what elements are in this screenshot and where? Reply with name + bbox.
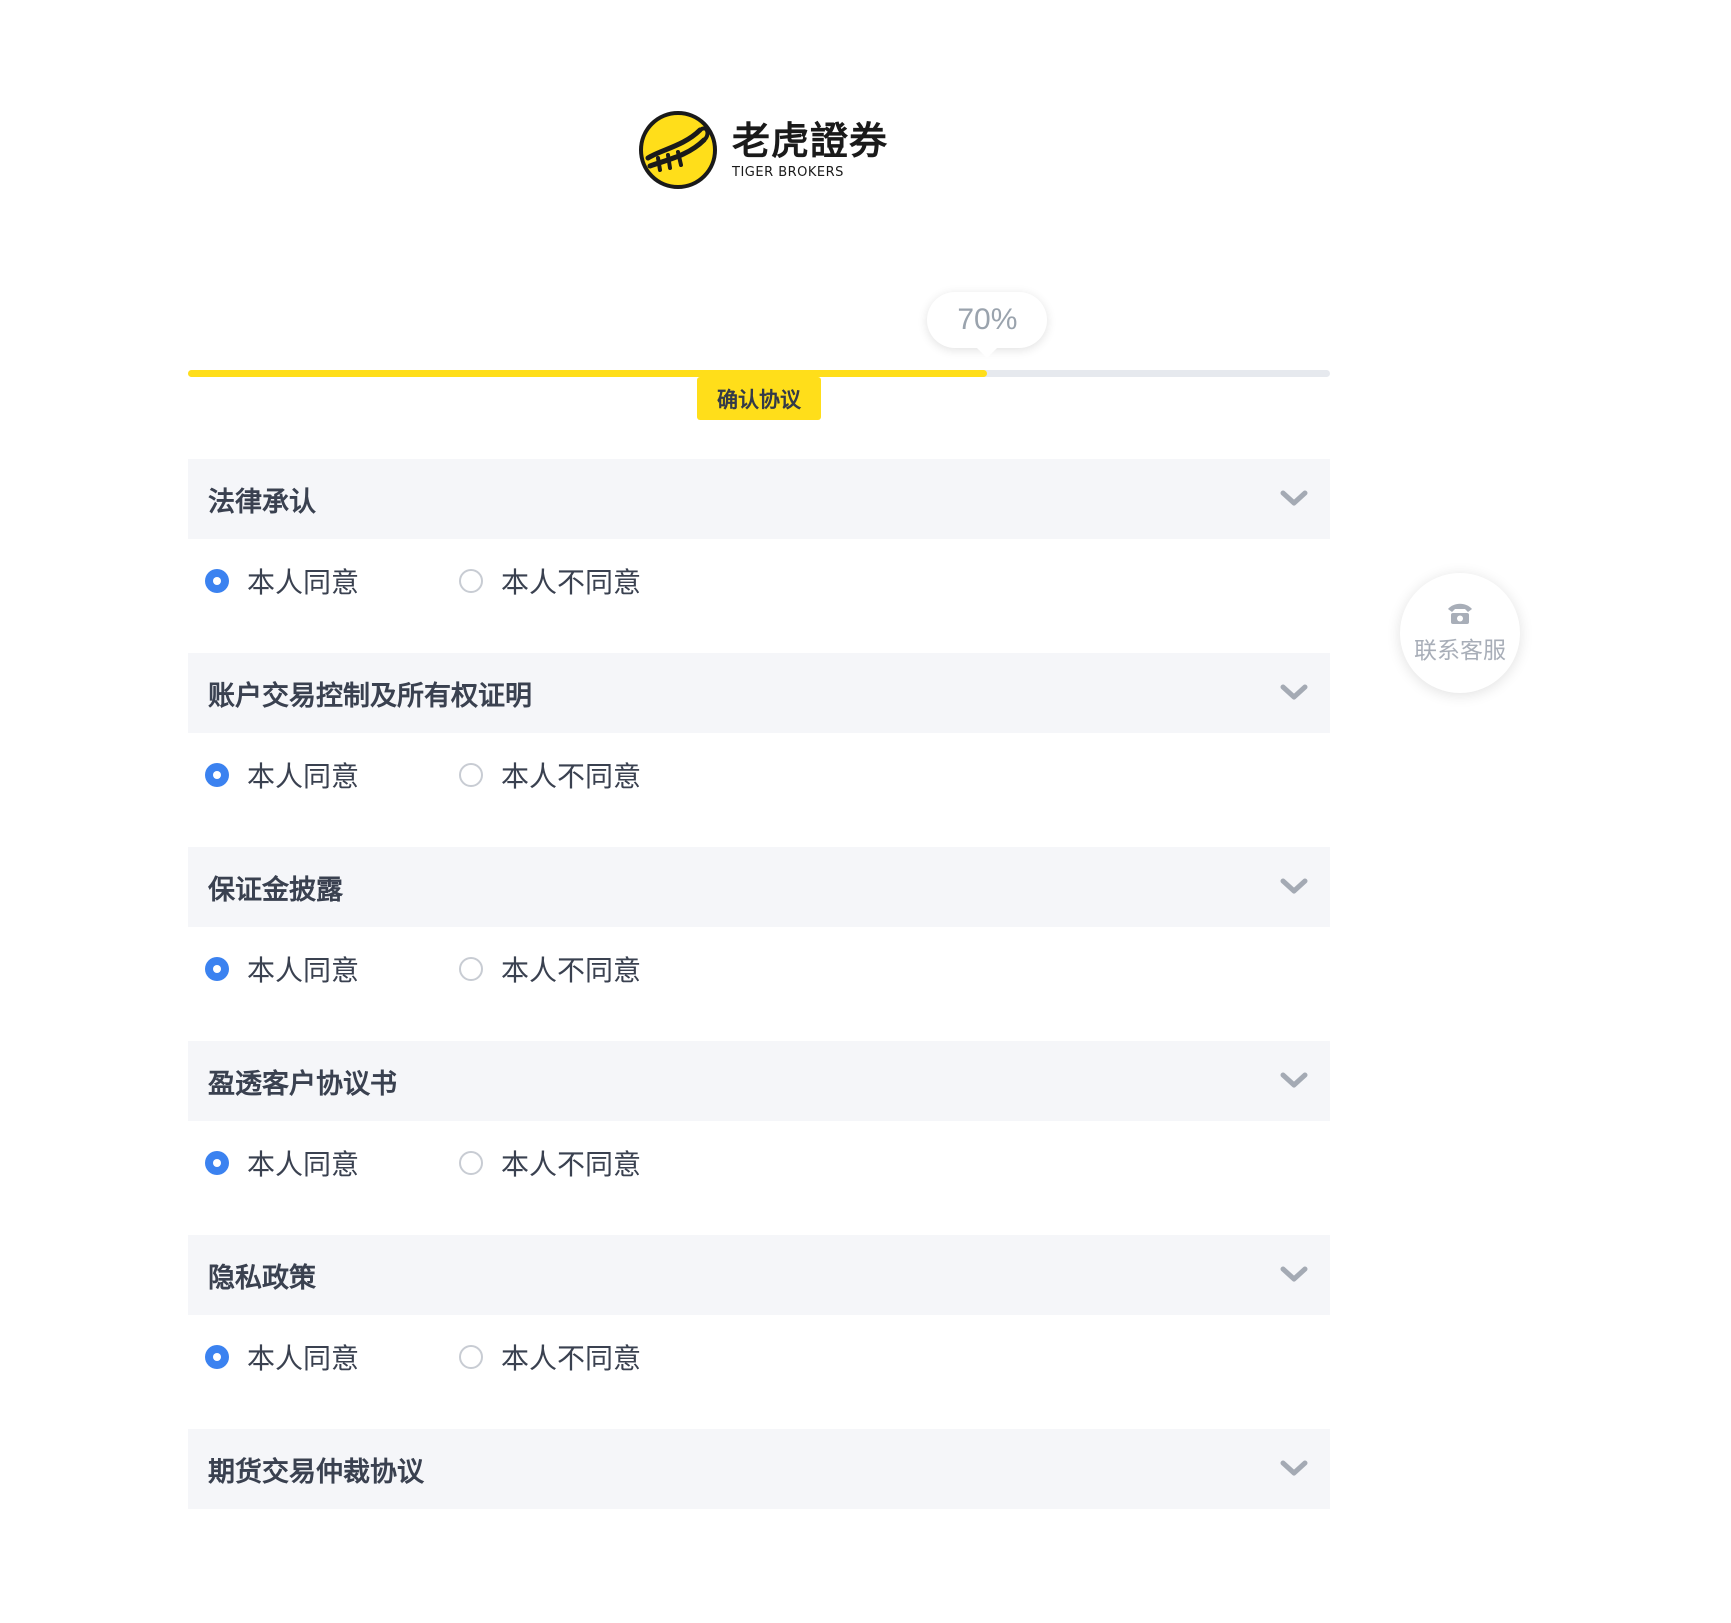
progress-fill: [188, 370, 988, 377]
radio-option-label: 本人同意: [247, 760, 360, 793]
radio-checked[interactable]: [205, 569, 229, 593]
agreement-section-header[interactable]: 隐私政策: [188, 1235, 1330, 1315]
radio-option-disagree[interactable]: 本人不同意: [459, 561, 641, 601]
radio-unchecked[interactable]: [459, 1345, 484, 1369]
radio-option-label: 本人不同意: [501, 760, 642, 793]
radio-option-label: 本人同意: [247, 566, 360, 599]
agreement-options: 本人同意 本人不同意: [188, 539, 1330, 623]
telephone-icon: [1448, 603, 1472, 624]
agreement-section: 期货交易仲裁协议: [188, 1429, 1330, 1623]
radio-option-disagree[interactable]: 本人不同意: [459, 949, 641, 989]
radio-option-label: 本人同意: [247, 1148, 360, 1181]
radio-unchecked[interactable]: [459, 1151, 484, 1175]
radio-option-label: 本人不同意: [501, 1148, 642, 1181]
agreement-section: 保证金披露本人同意 本人不同意: [188, 847, 1330, 1041]
contact-service-button[interactable]: 联系客服: [1400, 573, 1520, 693]
brand-name-en: TIGER BROKERS: [732, 164, 844, 180]
agreement-options: 本人同意 本人不同意: [188, 1315, 1330, 1399]
agreement-section-header[interactable]: 账户交易控制及所有权证明: [188, 653, 1330, 733]
radio-option-agree[interactable]: 本人同意: [205, 1337, 359, 1377]
radio-option-label: 本人同意: [247, 1342, 360, 1375]
tiger-logo-icon: [639, 111, 717, 189]
current-step-tag: 确认协议: [697, 377, 821, 420]
agreement-section-title: 法律承认: [208, 486, 316, 518]
agreement-section-title: 盈透客户协议书: [208, 1068, 397, 1100]
chevron-down-icon: [1280, 878, 1308, 894]
agreement-options: 本人同意 本人不同意: [188, 733, 1330, 817]
radio-unchecked[interactable]: [459, 957, 484, 981]
brand-name-cn: 老虎證券: [732, 118, 889, 163]
agreement-section-title: 账户交易控制及所有权证明: [208, 680, 532, 712]
agreement-options: 本人同意 本人不同意: [188, 927, 1330, 1011]
radio-option-label: 本人同意: [247, 954, 360, 987]
agreement-section-header[interactable]: 期货交易仲裁协议: [188, 1429, 1330, 1509]
radio-option-disagree[interactable]: 本人不同意: [459, 1337, 641, 1377]
chevron-down-icon: [1280, 1460, 1308, 1476]
radio-option-disagree[interactable]: 本人不同意: [459, 1143, 641, 1183]
radio-option-label: 本人不同意: [501, 566, 642, 599]
chevron-down-icon: [1280, 684, 1308, 700]
progress-percent-bubble: 70%: [927, 292, 1048, 358]
radio-option-agree[interactable]: 本人同意: [205, 949, 359, 989]
radio-option-agree[interactable]: 本人同意: [205, 1143, 359, 1183]
radio-checked[interactable]: [205, 1345, 229, 1369]
agreement-section: 账户交易控制及所有权证明本人同意 本人不同意: [188, 653, 1330, 847]
agreement-section-header[interactable]: 保证金披露: [188, 847, 1330, 927]
brand-text: 老虎證券 TIGER BROKERS: [732, 122, 888, 179]
agreement-section-title: 期货交易仲裁协议: [208, 1456, 424, 1488]
brand-logo: 老虎證券 TIGER BROKERS: [638, 110, 888, 190]
radio-checked[interactable]: [205, 957, 229, 981]
radio-unchecked[interactable]: [459, 763, 484, 787]
radio-option-label: 本人不同意: [501, 954, 642, 987]
radio-unchecked[interactable]: [459, 569, 484, 593]
radio-checked[interactable]: [205, 1151, 229, 1175]
chevron-down-icon: [1280, 490, 1308, 506]
radio-checked[interactable]: [205, 763, 229, 787]
agreement-section: 隐私政策本人同意 本人不同意: [188, 1235, 1330, 1429]
radio-option-agree[interactable]: 本人同意: [205, 561, 359, 601]
agreement-section-header[interactable]: 法律承认: [188, 459, 1330, 539]
agreement-section: 盈透客户协议书 本人同意 本人不同意: [188, 1041, 1330, 1235]
radio-option-label: 本人不同意: [501, 1342, 642, 1375]
agreement-list: 法律承认 本人同意 本人不同意 账户交易控制及所有权证明 本人同意 本人不同意 保证金披露本…: [188, 459, 1330, 1623]
agreement-section-title: 隐私政策: [208, 1262, 316, 1294]
agreement-section: 法律承认本人同意 本人不同意: [188, 459, 1330, 653]
radio-option-disagree[interactable]: 本人不同意: [459, 755, 641, 795]
agreement-section-header[interactable]: 盈透客户协议书: [188, 1041, 1330, 1121]
agreement-options: 本人同意 本人不同意: [188, 1121, 1330, 1205]
chevron-down-icon: [1280, 1266, 1308, 1282]
radio-option-agree[interactable]: 本人同意: [205, 755, 359, 795]
chevron-down-icon: [1280, 1072, 1308, 1088]
agreement-section-title: 保证金披露: [208, 874, 343, 906]
contact-service-label: 联系客服: [1414, 638, 1506, 664]
